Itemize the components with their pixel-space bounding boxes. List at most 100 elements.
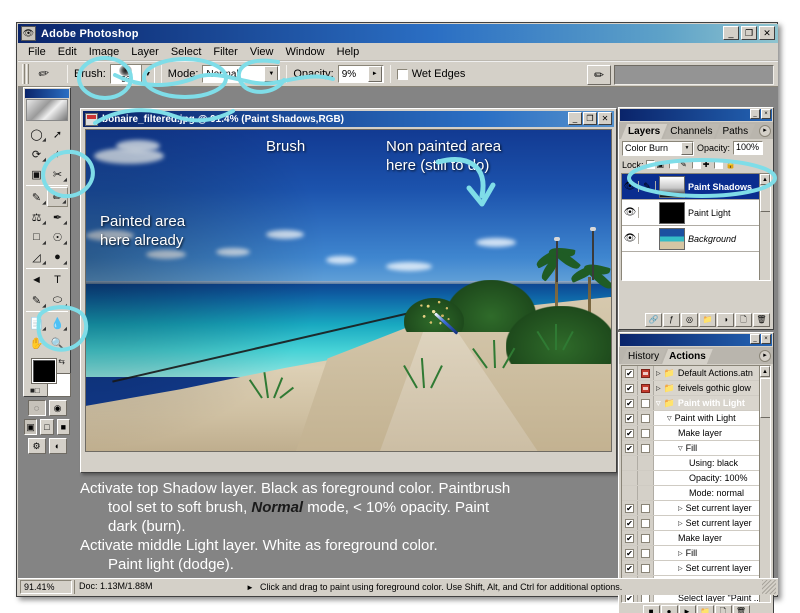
document-window-controls[interactable]: _ ❐ ✕ xyxy=(568,112,612,125)
options-bar-grip[interactable] xyxy=(22,64,29,84)
jump-to-imageready-icon[interactable]: ⚙ xyxy=(27,438,46,454)
tab-layers[interactable]: Layers xyxy=(621,124,667,139)
tab-paths[interactable]: Paths xyxy=(716,124,756,139)
actions-close-button[interactable]: × xyxy=(761,334,771,344)
new-action-button[interactable]: 🗋 xyxy=(714,605,732,613)
full-screen-menubar-icon[interactable]: □ xyxy=(40,419,54,435)
opacity-input[interactable]: 9% ► xyxy=(337,65,384,83)
pen-tool[interactable]: ✎ ◢ xyxy=(26,290,47,310)
action-dialog-toggle[interactable] xyxy=(638,411,654,425)
lock-transparent-checkbox[interactable] xyxy=(645,160,655,169)
chevron-down-icon[interactable]: ▼ xyxy=(264,66,279,82)
menu-layer[interactable]: Layer xyxy=(125,45,165,59)
paintbrush-tool[interactable]: ✏ ◢ xyxy=(47,187,68,207)
layer-row-paint-light[interactable]: 👁 Paint Light xyxy=(622,200,770,226)
menu-edit[interactable]: Edit xyxy=(52,45,83,59)
menu-window[interactable]: Window xyxy=(280,45,331,59)
chevron-right-icon[interactable]: ▷ xyxy=(656,370,661,377)
actions-palette-title-bar[interactable]: _ × xyxy=(620,334,772,346)
document-minimize-button[interactable]: _ xyxy=(568,112,582,125)
link-layers-button[interactable]: 🔗 xyxy=(645,313,662,327)
action-row-body[interactable]: Opacity: 100% xyxy=(654,471,770,485)
wet-edges-checkbox[interactable] xyxy=(396,68,408,80)
action-row[interactable]: ✔ ▷ Fill xyxy=(622,546,770,561)
document-close-button[interactable]: ✕ xyxy=(598,112,612,125)
layer-name[interactable]: Paint Light xyxy=(688,208,770,218)
chevron-right-icon[interactable]: ▷ xyxy=(678,565,683,572)
document-title-bar[interactable]: bonaire_filtered.jpg @ 91.4% (Paint Shad… xyxy=(83,111,614,127)
menu-select[interactable]: Select xyxy=(165,45,208,59)
scrollbar-thumb[interactable] xyxy=(760,378,770,418)
standard-mask-icon[interactable]: ◌ xyxy=(27,400,46,416)
action-row-body[interactable]: ▷Set current layer xyxy=(654,561,770,575)
chevron-right-icon[interactable]: ▷ xyxy=(678,520,683,527)
adjustment-layer-button[interactable]: ◑ xyxy=(717,313,734,327)
image-canvas[interactable]: Brush Non painted area here (still to do)… xyxy=(85,129,612,452)
chevron-right-icon[interactable]: ▷ xyxy=(678,505,683,512)
chevron-down-icon[interactable]: ▽ xyxy=(656,400,661,407)
layer-list-scrollbar[interactable]: ▲ xyxy=(759,174,770,280)
standard-screen-icon[interactable]: ▣ xyxy=(24,419,38,435)
action-toggle-checkbox[interactable]: ✔ xyxy=(622,561,638,575)
dodge-tool[interactable]: ● ◢ xyxy=(47,247,68,267)
action-toggle-checkbox[interactable]: ✔ xyxy=(622,501,638,515)
layer-thumbnail[interactable] xyxy=(659,175,685,198)
actions-list-scrollbar[interactable]: ▲ xyxy=(759,366,770,602)
layer-mask-button[interactable]: ◎ xyxy=(681,313,698,327)
scroll-up-icon[interactable]: ▲ xyxy=(760,174,770,185)
lasso-tool[interactable]: ⟳ ◢ xyxy=(26,144,47,164)
delete-action-button[interactable]: 🗑 xyxy=(732,605,750,613)
type-tool[interactable]: T xyxy=(47,270,68,290)
document-restore-button[interactable]: ❐ xyxy=(583,112,597,125)
eraser-tool[interactable]: □ ◢ xyxy=(26,227,47,247)
layer-row-paint-shadows[interactable]: 👁 ✎ Paint Shadows xyxy=(622,174,770,200)
play-button[interactable]: ► xyxy=(678,605,696,613)
notes-tool[interactable]: 📄 ◢ xyxy=(26,313,47,333)
layers-minimize-button[interactable]: _ xyxy=(750,109,760,119)
minimize-button[interactable]: _ xyxy=(723,26,739,40)
action-dialog-toggle[interactable] xyxy=(638,441,654,455)
healing-brush-tool[interactable]: ✎ ◢ xyxy=(26,187,47,207)
action-row-body[interactable]: ▷ Fill xyxy=(654,546,770,560)
new-group-button[interactable]: 📁 xyxy=(699,313,716,327)
eye-icon[interactable]: 👁 xyxy=(622,233,639,244)
paint-bucket-tool[interactable]: ☉ ◢ xyxy=(47,227,68,247)
resize-grip[interactable] xyxy=(762,580,776,594)
action-toggle-checkbox[interactable]: ✔ xyxy=(622,426,638,440)
action-row-body[interactable]: ▷Set current layer xyxy=(654,516,770,530)
layer-name[interactable]: Paint Shadows xyxy=(688,182,770,192)
layer-name[interactable]: Background xyxy=(688,234,757,244)
actions-palette-controls[interactable]: _ × xyxy=(750,334,771,344)
action-row[interactable]: Using: black xyxy=(622,456,770,471)
action-row-body[interactable]: ▷Set current layer xyxy=(654,501,770,515)
action-row[interactable]: ✔ ▽ Fill xyxy=(622,441,770,456)
history-brush-tool[interactable]: ✒ ◢ xyxy=(47,207,68,227)
menu-image[interactable]: Image xyxy=(83,45,126,59)
lock-all-checkbox[interactable] xyxy=(714,160,724,169)
action-row-body[interactable]: ▷ 📁 feivels gothic glow xyxy=(654,381,770,395)
chevron-down-icon[interactable]: ▼ xyxy=(681,141,693,155)
swap-colors-icon[interactable]: ⇆ xyxy=(58,357,65,366)
zoom-tool[interactable]: 🔍 xyxy=(47,333,68,353)
delete-layer-button[interactable]: 🗑 xyxy=(753,313,770,327)
eye-icon[interactable]: 👁 xyxy=(622,207,639,218)
slice-tool[interactable]: ✂ ◢ xyxy=(47,164,68,184)
action-dialog-toggle[interactable] xyxy=(638,366,654,380)
restore-button[interactable]: ❐ xyxy=(741,26,757,40)
layers-close-button[interactable]: × xyxy=(761,109,771,119)
document-size-info[interactable]: Doc: 1.13M/1.88M xyxy=(74,580,244,594)
layer-style-button[interactable]: ƒ xyxy=(663,313,680,327)
action-toggle-checkbox[interactable]: ✔ xyxy=(622,411,638,425)
action-toggle-checkbox[interactable]: ✔ xyxy=(622,396,638,410)
layer-row-background[interactable]: 👁 Background 🔒 xyxy=(622,226,770,252)
actions-list[interactable]: ✔ ▷ 📁 Default Actions.atn ✔ ▷ 📁 feivels gothic … xyxy=(621,365,771,603)
action-row-body[interactable]: Make layer xyxy=(654,531,770,545)
action-row-body[interactable]: ▷ 📁 Default Actions.atn xyxy=(654,366,770,380)
action-row[interactable]: Mode: normal xyxy=(622,486,770,501)
action-row[interactable]: ✔ ▷ 📁 Default Actions.atn xyxy=(622,366,770,381)
action-row[interactable]: ✔ Make layer xyxy=(622,426,770,441)
menu-file[interactable]: File xyxy=(22,45,52,59)
action-row-body[interactable]: Using: black xyxy=(654,456,770,470)
action-toggle-checkbox[interactable]: ✔ xyxy=(622,366,638,380)
zoom-level[interactable]: 91.41% xyxy=(20,580,72,594)
